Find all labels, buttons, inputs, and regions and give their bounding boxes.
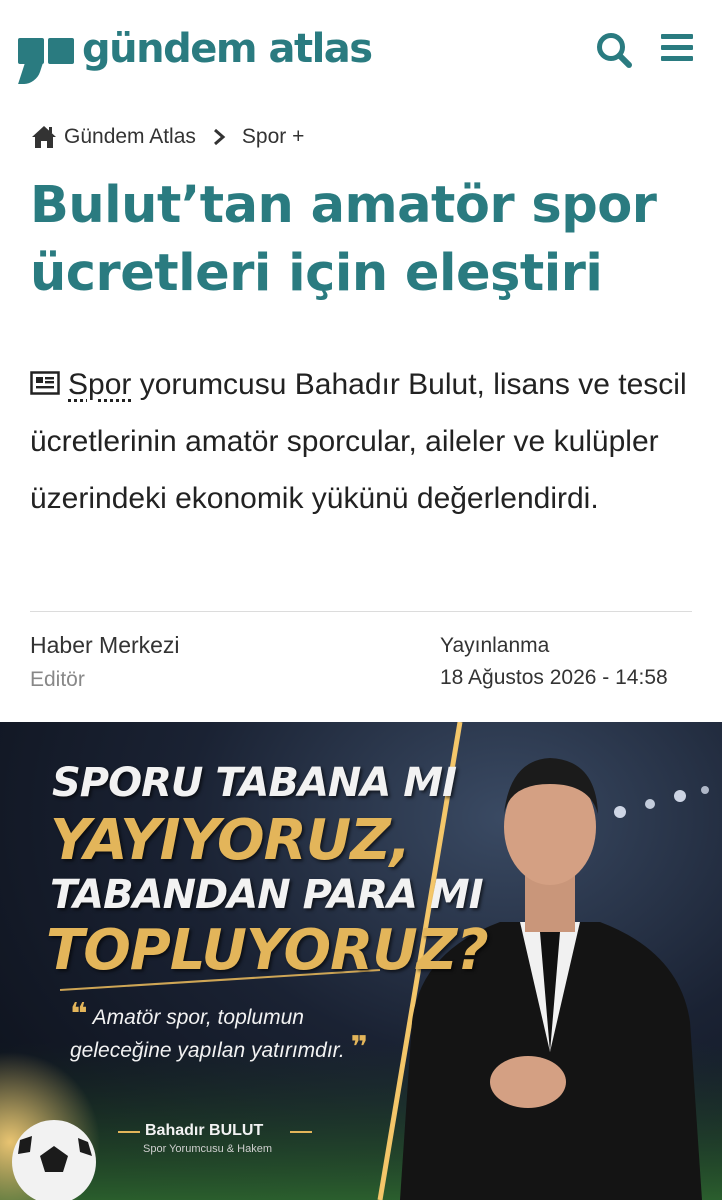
hero-headline-line-1: SPORU TABANA MI bbox=[52, 760, 457, 806]
chevron-right-icon bbox=[213, 128, 226, 146]
breadcrumb-section-link[interactable]: Spor + bbox=[242, 125, 304, 149]
hero-quote-text: Amatör spor, toplumun geleceğine yapılan… bbox=[70, 1006, 345, 1062]
logo-text: gündem atlas bbox=[82, 26, 373, 72]
menu-icon[interactable] bbox=[656, 28, 700, 72]
author-role: Editör bbox=[30, 668, 85, 691]
site-header: gündem atlas bbox=[0, 0, 722, 100]
hero-headline-line-4: TOPLUYORUZ? bbox=[46, 918, 489, 983]
breadcrumb: Gündem Atlas Spor + bbox=[30, 120, 304, 154]
hero-quote: ❝ Amatör spor, toplumun geleceğine yapıl… bbox=[70, 1000, 370, 1066]
quote-close-icon: ❞ bbox=[350, 1031, 369, 1064]
published-label: Yayınlanma bbox=[440, 634, 550, 657]
article-title: Bulut’tan amatör spor ücretleri için ele… bbox=[30, 176, 657, 303]
search-icon[interactable] bbox=[592, 28, 636, 72]
hero-signature-role: Spor Yorumcusu & Hakem bbox=[143, 1143, 273, 1155]
site-logo[interactable]: gündem atlas bbox=[18, 24, 373, 88]
logo-mark-icon bbox=[18, 24, 76, 88]
hero-signature-name: Bahadır BULUT bbox=[145, 1122, 264, 1139]
hero-headline-line-3: TABANDAN PARA MI bbox=[50, 872, 484, 918]
summary-tag-link[interactable]: Spor bbox=[68, 368, 131, 401]
hero-image: SPORU TABANA MI YAYIYORUZ, TABANDAN PARA… bbox=[0, 722, 722, 1200]
newspaper-icon bbox=[30, 371, 60, 395]
home-icon[interactable] bbox=[30, 123, 58, 151]
author-name[interactable]: Haber Merkezi bbox=[30, 632, 180, 659]
published-date: 18 Ağustos 2026 - 14:58 bbox=[440, 666, 668, 689]
divider bbox=[30, 611, 692, 612]
breadcrumb-home-link[interactable]: Gündem Atlas bbox=[64, 125, 196, 149]
quote-open-icon: ❝ bbox=[70, 998, 88, 1031]
article-summary: Spor yorumcusu Bahadır Bulut, lisans ve … bbox=[30, 356, 700, 527]
hero-headline-line-2: YAYIYORUZ, bbox=[50, 808, 411, 873]
